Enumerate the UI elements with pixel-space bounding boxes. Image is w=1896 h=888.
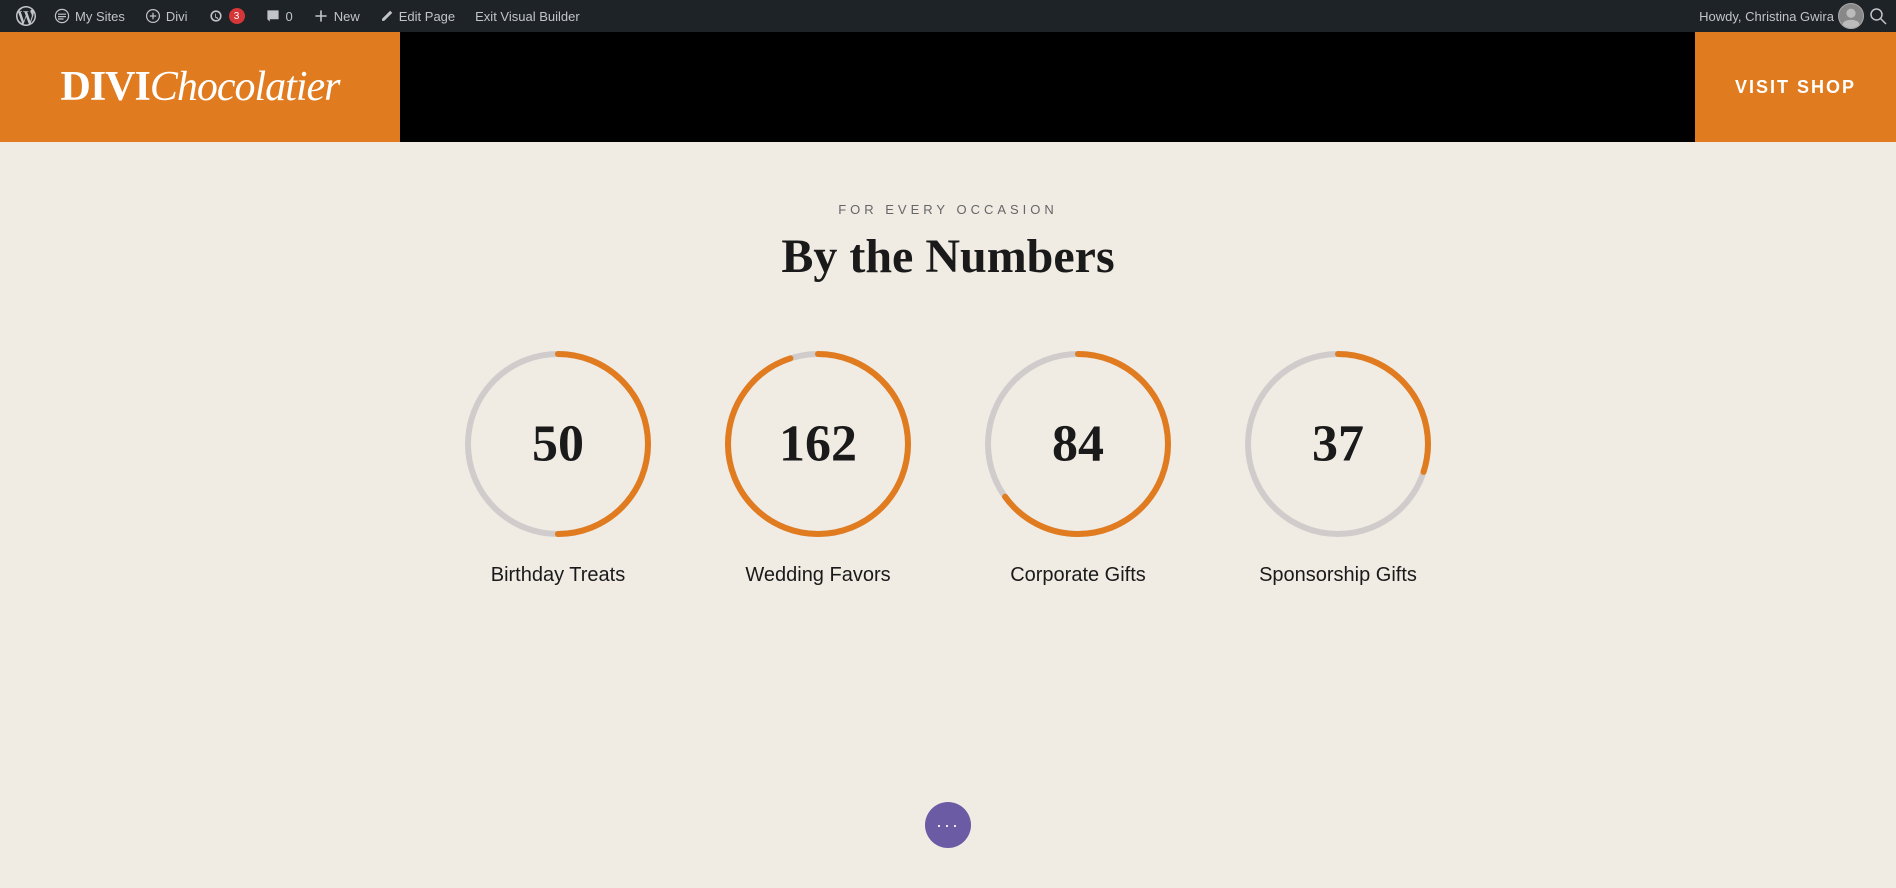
circle-container: 84	[978, 344, 1178, 544]
stat-item: 84 Corporate Gifts	[978, 344, 1178, 587]
divi-icon	[145, 8, 161, 24]
edit-page-label: Edit Page	[399, 9, 455, 24]
comments-icon	[265, 8, 281, 24]
section-subtitle: FOR EVERY OCCASION	[838, 202, 1058, 217]
admin-bar-right: Howdy, Christina Gwira	[1699, 3, 1888, 29]
my-sites-menu[interactable]: My Sites	[44, 0, 135, 32]
stat-label: Sponsorship Gifts	[1259, 564, 1417, 587]
stat-label: Birthday Treats	[491, 564, 626, 587]
my-sites-label: My Sites	[75, 9, 125, 24]
user-greeting: Howdy, Christina Gwira	[1699, 9, 1834, 24]
updates-menu[interactable]: 3	[198, 0, 255, 32]
updates-icon	[208, 8, 224, 24]
new-label: New	[334, 9, 360, 24]
exit-builder-button[interactable]: Exit Visual Builder	[465, 0, 590, 32]
stat-item: 162 Wedding Favors	[718, 344, 918, 587]
my-sites-icon	[54, 8, 70, 24]
stat-item: 37 Sponsorship Gifts	[1238, 344, 1438, 587]
main-content: FOR EVERY OCCASION By the Numbers 50 Bir…	[0, 142, 1896, 707]
visit-shop-button[interactable]: VISIT SHOP	[1695, 32, 1896, 142]
logo-script: Chocolatier	[150, 64, 340, 110]
updates-badge: 3	[229, 8, 245, 24]
circle-container: 162	[718, 344, 918, 544]
circle-container: 37	[1238, 344, 1438, 544]
new-content-menu[interactable]: New	[303, 0, 370, 32]
avatar[interactable]	[1838, 3, 1864, 29]
stat-label: Corporate Gifts	[1010, 564, 1146, 587]
new-icon	[313, 8, 329, 24]
admin-bar: My Sites Divi 3 0 New Edit Page Exit Vis…	[0, 0, 1896, 32]
stat-value: 162	[779, 415, 857, 474]
stat-value: 37	[1312, 415, 1364, 474]
comments-badge: 0	[286, 9, 293, 24]
divi-builder-button[interactable]: ···	[925, 802, 971, 848]
edit-page-button[interactable]: Edit Page	[370, 0, 465, 32]
search-icon[interactable]	[1868, 6, 1888, 26]
header-nav	[400, 32, 1695, 142]
exit-builder-label: Exit Visual Builder	[475, 9, 580, 24]
stats-row: 50 Birthday Treats 162 Wedding Favors 84	[458, 344, 1438, 587]
logo-main: DIVI	[60, 64, 149, 110]
divi-label: Divi	[166, 9, 188, 24]
comments-menu[interactable]: 0	[255, 0, 303, 32]
circle-container: 50	[458, 344, 658, 544]
site-header: DIVIChocolatier VISIT SHOP	[0, 32, 1896, 142]
stat-item: 50 Birthday Treats	[458, 344, 658, 587]
site-logo: DIVIChocolatier	[60, 63, 339, 111]
divi-dots-icon: ···	[936, 815, 960, 836]
divi-menu[interactable]: Divi	[135, 0, 198, 32]
edit-icon	[380, 9, 394, 23]
section-title: By the Numbers	[781, 229, 1114, 284]
stat-value: 84	[1052, 415, 1104, 474]
logo-area: DIVIChocolatier	[0, 32, 400, 142]
stat-value: 50	[532, 415, 584, 474]
stat-label: Wedding Favors	[745, 564, 890, 587]
wp-logo[interactable]	[8, 0, 44, 32]
